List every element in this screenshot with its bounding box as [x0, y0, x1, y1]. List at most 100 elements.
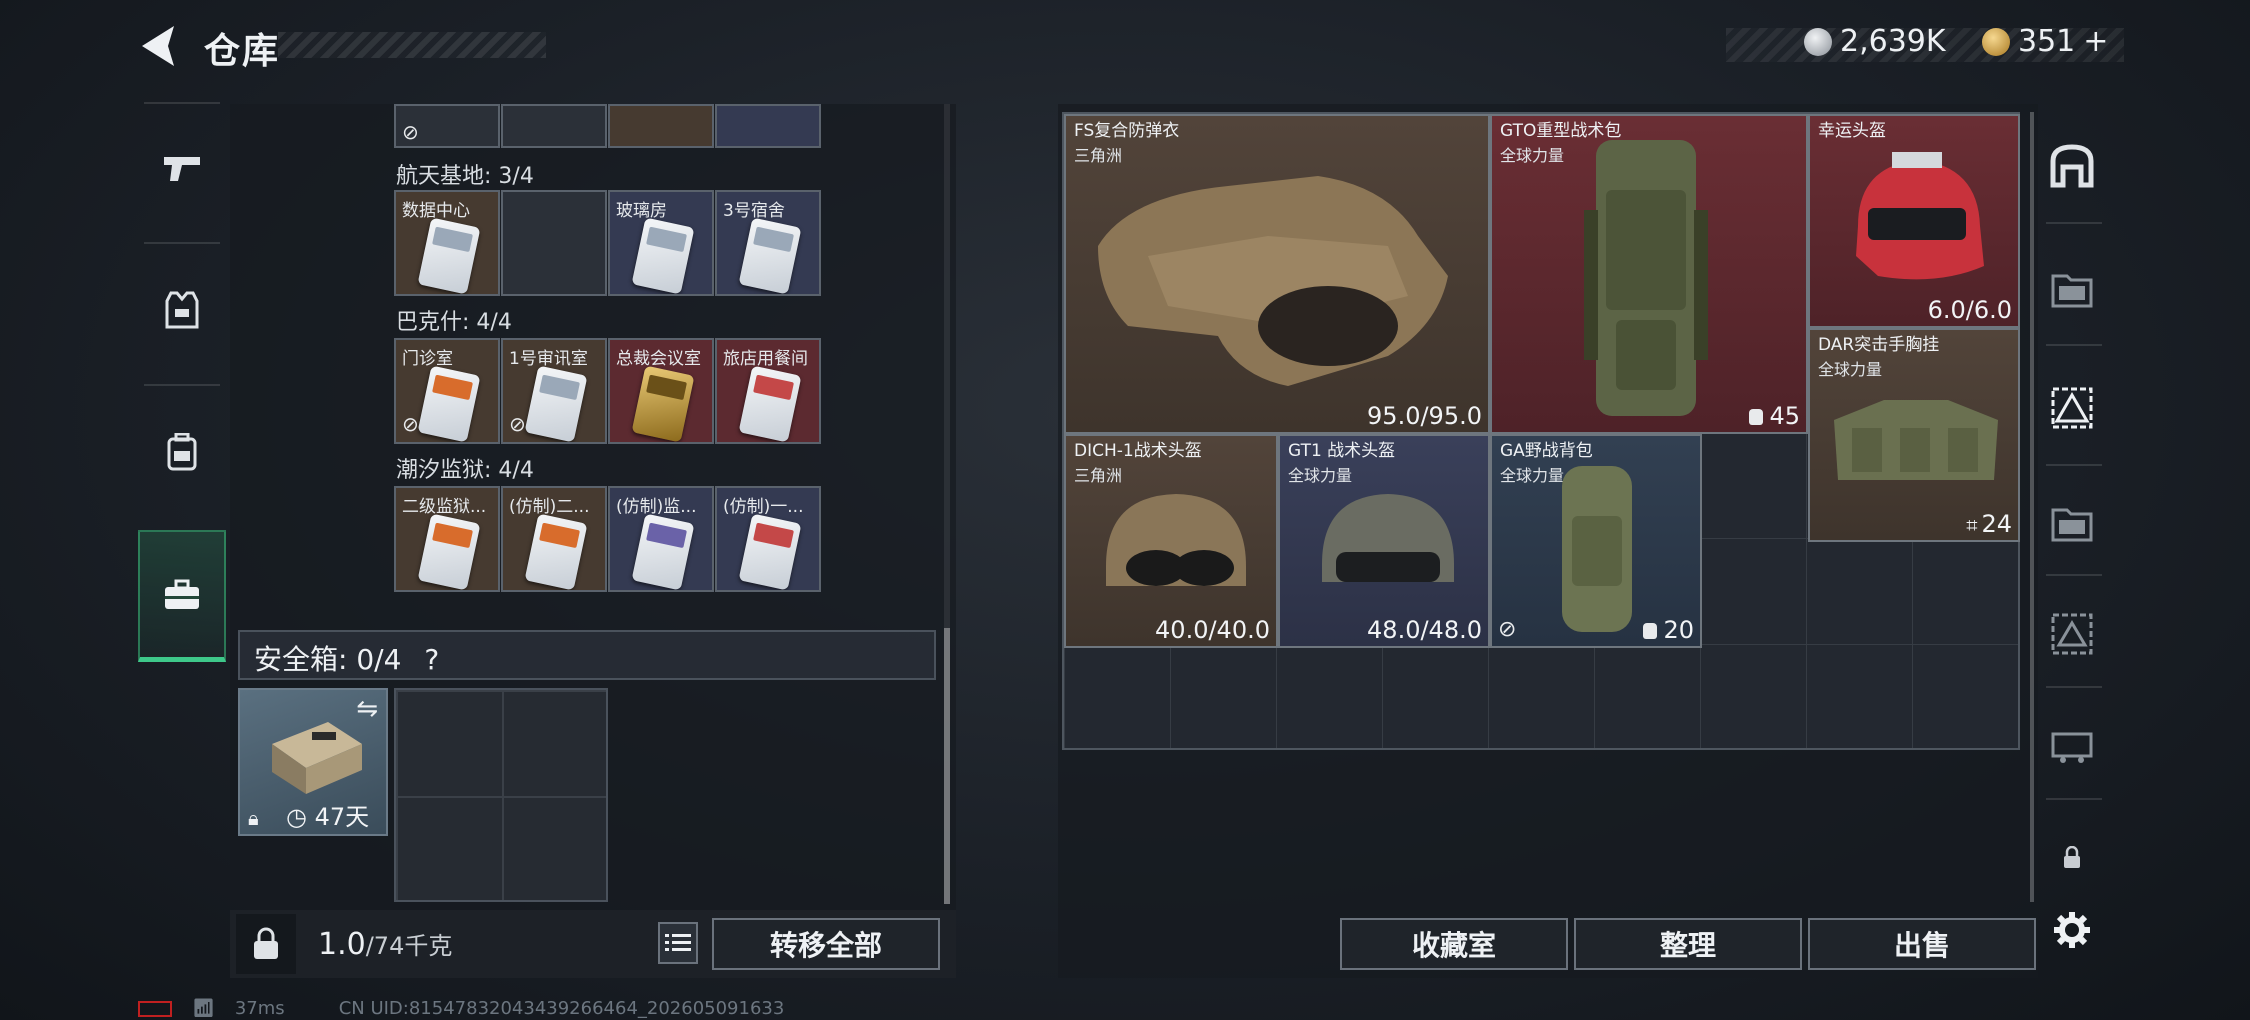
key-slot[interactable]: 门诊室 ⊘: [394, 338, 500, 444]
key-slot[interactable]: 1号审讯室 ⊘: [501, 338, 607, 444]
key-name: 3号宿舍: [723, 201, 785, 221]
item-durability: 40.0/40.0: [1155, 616, 1270, 644]
nav-weapons[interactable]: [138, 102, 226, 234]
keycard-icon: [417, 513, 481, 590]
key-slot[interactable]: 玻璃房: [608, 190, 714, 296]
key-slot[interactable]: (仿制)一...: [715, 486, 821, 592]
stash-tab-6[interactable]: [2046, 718, 2098, 770]
stash-tab-2[interactable]: [2046, 262, 2098, 314]
scrollbar-thumb[interactable]: [944, 628, 950, 904]
safebox-label: 安全箱: 0/4 ?: [254, 643, 440, 676]
nav-gear[interactable]: [138, 244, 226, 376]
folder-icon: [2051, 508, 2093, 542]
back-arrow-icon: [142, 26, 174, 66]
currency-gold[interactable]: 351 +: [1982, 24, 2108, 59]
stash-tab-main[interactable]: [2046, 140, 2098, 192]
collection-room-button[interactable]: 收藏室: [1340, 918, 1568, 970]
key-slot[interactable]: 旅店用餐间: [715, 338, 821, 444]
title-decoration: [278, 32, 546, 58]
nav-backpack[interactable]: [138, 386, 226, 518]
safebox-item[interactable]: ⇋ 🔒︎ ◷ 47天: [238, 688, 388, 836]
swap-icon[interactable]: ⇋: [356, 694, 378, 724]
key-name: 玻璃房: [616, 201, 667, 221]
key-slot[interactable]: ⊘: [394, 104, 500, 148]
item-faction: 三角洲: [1074, 466, 1123, 485]
weight-current: 1.0: [318, 927, 366, 962]
key-group-row: 门诊室 ⊘ 1号审讯室 ⊘ 总裁会议室 旅店用餐间: [394, 338, 822, 444]
item-name: DAR突击手胸挂: [1818, 335, 1940, 355]
uid: CN UID:8154783204343926646​4_20260509163…: [338, 998, 785, 1019]
key-name: (仿制)监...: [616, 497, 697, 517]
stash-item-gto-bag[interactable]: GTO重型战术包 全球力量 45: [1490, 114, 1808, 434]
stash-item-fs-vest[interactable]: FS复合防弹衣 三角洲 95.0/95.0: [1064, 114, 1490, 434]
item-capacity: 45: [1749, 402, 1800, 430]
stash-item-dich1-helmet[interactable]: DICH-1战术头盔 三角洲 40.0/40.0: [1064, 434, 1278, 648]
add-gold-icon[interactable]: +: [2083, 24, 2108, 59]
padlock-icon: [2064, 846, 2080, 868]
item-durability: 6.0/6.0: [1927, 296, 2012, 324]
keycard-icon: [417, 217, 481, 294]
organize-button[interactable]: 整理: [1574, 918, 1802, 970]
item-name: DICH-1战术头盔: [1074, 441, 1202, 461]
key-name: 数据中心: [402, 201, 470, 221]
key-slot-empty[interactable]: [501, 190, 607, 296]
key-slot[interactable]: [501, 104, 607, 148]
vest-icon: [165, 291, 199, 329]
safebox-slots[interactable]: [394, 688, 608, 902]
warehouse-icon: [2050, 144, 2094, 188]
lock-icon: 🔒︎: [248, 806, 259, 830]
key-name: 总裁会议室: [616, 349, 701, 369]
key-slot[interactable]: (仿制)监...: [608, 486, 714, 592]
chest-rig-icon: [1834, 400, 1998, 480]
stash-item-lucky-helmet[interactable]: 幸运头盔 6.0/6.0: [1808, 114, 2020, 328]
stash-item-dar-rig[interactable]: DAR突击手胸挂 全球力量 ⌗ 24: [1808, 328, 2020, 542]
key-slot[interactable]: 数据中心: [394, 190, 500, 296]
no-trade-icon: ⊘: [402, 412, 419, 436]
settings-button[interactable]: [2046, 904, 2098, 956]
status-bar: 📶︎ 37ms CN UID:8154783204343926646​4_202…: [138, 998, 784, 1019]
silver-coin-icon: [1804, 27, 1832, 56]
list-view-button[interactable]: [658, 922, 698, 964]
tactical-backpack-icon: [1584, 140, 1708, 416]
weight-capacity: /74千克: [365, 932, 453, 960]
key-slot[interactable]: (仿制)二...: [501, 486, 607, 592]
key-slot[interactable]: [715, 104, 821, 148]
pistol-icon: [164, 157, 200, 181]
left-nav: [138, 102, 226, 662]
key-slot[interactable]: 总裁会议室: [608, 338, 714, 444]
key-group-label: 巴克什: 4/4: [396, 310, 512, 335]
back-button[interactable]: [138, 24, 178, 68]
key-group-label: 航天基地: 3/4: [396, 164, 534, 189]
key-slot[interactable]: [608, 104, 714, 148]
storage-active-icon: [2051, 387, 2093, 429]
currency-silver[interactable]: 2,639K: [1804, 24, 1946, 59]
keycard-icon: [738, 365, 802, 442]
padlock-icon: [254, 927, 278, 959]
help-icon[interactable]: ?: [424, 643, 439, 676]
stash-tab-5[interactable]: [2046, 608, 2098, 660]
stash-tab-4[interactable]: [2046, 496, 2098, 548]
lock-button[interactable]: [236, 914, 296, 974]
item-capacity: ⌗ 24: [1966, 510, 2012, 538]
stash-grid[interactable]: FS复合防弹衣 三角洲 95.0/95.0 GTO重型战术包 全球力量 45 幸…: [1062, 112, 2020, 750]
item-durability: 48.0/48.0: [1367, 616, 1482, 644]
stash-tab-3-active[interactable]: [2046, 382, 2098, 434]
stash-item-gt1-helmet[interactable]: GT1 战术头盔 全球力量 48.0/48.0: [1278, 434, 1490, 648]
stash-item-ga-pack[interactable]: GA野战背包 全球力量 ⊘ 20: [1490, 434, 1702, 648]
cart-storage-icon: [2051, 732, 2093, 763]
keycard-icon: [524, 365, 588, 442]
key-slot[interactable]: 二级监狱...: [394, 486, 500, 592]
sell-button[interactable]: 出售: [1808, 918, 2036, 970]
gear-icon: [2054, 912, 2090, 948]
weight-display: 1.0/74千克: [318, 926, 452, 962]
item-capacity: 20: [1643, 616, 1694, 644]
storage-icon: [2051, 613, 2093, 655]
item-name: FS复合防弹衣: [1074, 121, 1180, 141]
battery-icon: [138, 1000, 172, 1017]
key-slot[interactable]: 3号宿舍: [715, 190, 821, 296]
locked-tab[interactable]: [2046, 832, 2098, 884]
briefcase-icon: [165, 579, 199, 609]
keycard-icon: [417, 365, 481, 442]
transfer-all-button[interactable]: 转移全部: [712, 918, 940, 970]
nav-cases[interactable]: [138, 530, 226, 662]
